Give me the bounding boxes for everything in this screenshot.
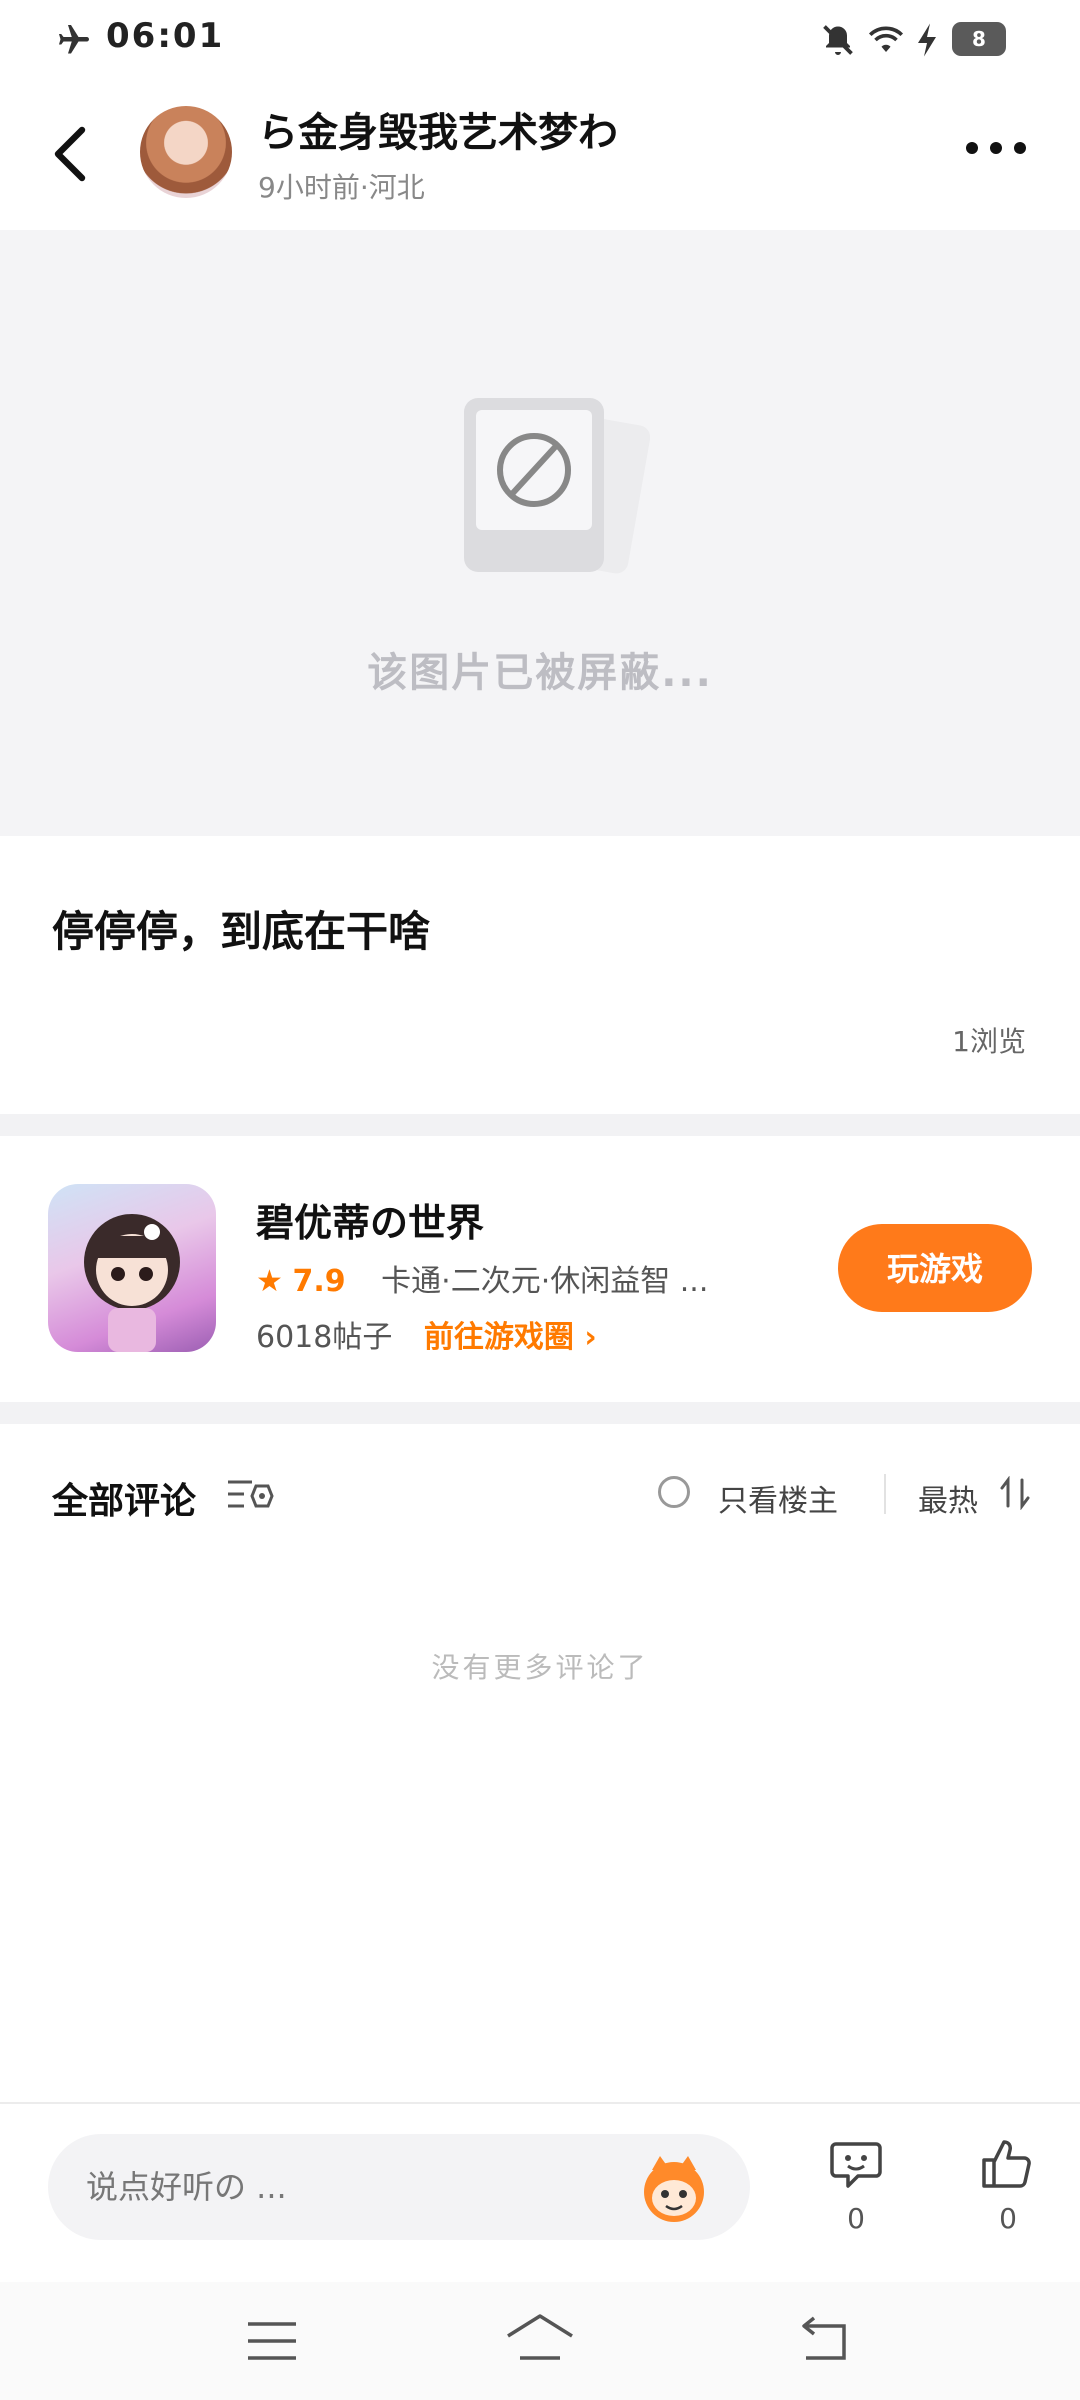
- post-time-location: 9小时前·河北: [258, 171, 425, 204]
- only-op-radio[interactable]: [658, 1476, 690, 1508]
- chevron-right-icon: ›: [584, 1320, 597, 1355]
- no-more-comments-message: 没有更多评论了: [431, 1651, 649, 1684]
- section-divider: [0, 1402, 1080, 1424]
- all-comments-title: 全部评论: [52, 1481, 197, 1522]
- game-icon[interactable]: [48, 1184, 216, 1352]
- game-posts-row: 6018帖子 前往游戏圈 ›: [256, 1312, 597, 1356]
- game-tags: 卡通·二次元·休闲益智 ...: [381, 1264, 709, 1299]
- game-rating-row: ★ 7.9 卡通·二次元·休闲益智 ...: [256, 1256, 708, 1300]
- comment-action[interactable]: 0: [816, 2136, 896, 2235]
- go-to-game-circle-label: 前往游戏圈: [423, 1320, 574, 1355]
- author-avatar[interactable]: [140, 106, 232, 198]
- airplane-mode-icon: [59, 25, 89, 54]
- game-character-icon: [84, 1214, 180, 1352]
- game-post-count: 6018帖子: [256, 1320, 393, 1355]
- game-rating: 7.9: [292, 1264, 346, 1299]
- home-icon[interactable]: [504, 2312, 576, 2364]
- comment-filter-icon[interactable]: [226, 1474, 274, 1514]
- back-arrow-icon[interactable]: [50, 126, 90, 182]
- blocked-image-message: 该图片已被屏蔽...: [367, 650, 713, 696]
- section-divider: [0, 1114, 1080, 1136]
- mute-icon: [823, 25, 853, 55]
- comment-count: 0: [847, 2202, 865, 2235]
- back-nav-icon[interactable]: [794, 2316, 854, 2364]
- view-count: 1浏览: [952, 1025, 1026, 1058]
- wifi-icon: [868, 26, 904, 52]
- filter-separator: [884, 1474, 886, 1514]
- status-bar: 06:01 8: [0, 0, 1080, 80]
- thumbs-up-icon: [982, 2140, 1031, 2188]
- play-game-button[interactable]: 玩游戏: [838, 1224, 1032, 1312]
- go-to-game-circle-link[interactable]: 前往游戏圈 ›: [424, 1320, 597, 1355]
- more-options-icon[interactable]: [964, 136, 1028, 160]
- emoji-mascot-icon[interactable]: [636, 2152, 712, 2224]
- status-time: 06:01: [106, 16, 225, 56]
- battery-indicator: 8: [952, 22, 1006, 56]
- like-count: 0: [999, 2202, 1017, 2235]
- comment-icon: [830, 2142, 882, 2188]
- post-content: 停停停，到底在干啥: [52, 907, 431, 956]
- star-icon: ★: [256, 1264, 283, 1299]
- author-nickname[interactable]: ら金身毁我艺术梦わ: [258, 100, 618, 158]
- sort-hot-label[interactable]: 最热: [918, 1476, 978, 1520]
- blocked-image-icon: [464, 398, 650, 574]
- recent-apps-icon[interactable]: [244, 2318, 300, 2364]
- only-op-label[interactable]: 只看楼主: [718, 1476, 838, 1520]
- like-action[interactable]: 0: [968, 2136, 1048, 2235]
- sort-icon[interactable]: [1000, 1476, 1030, 1510]
- game-name[interactable]: 碧优蒂の世界: [256, 1192, 484, 1247]
- charging-icon: [918, 23, 936, 57]
